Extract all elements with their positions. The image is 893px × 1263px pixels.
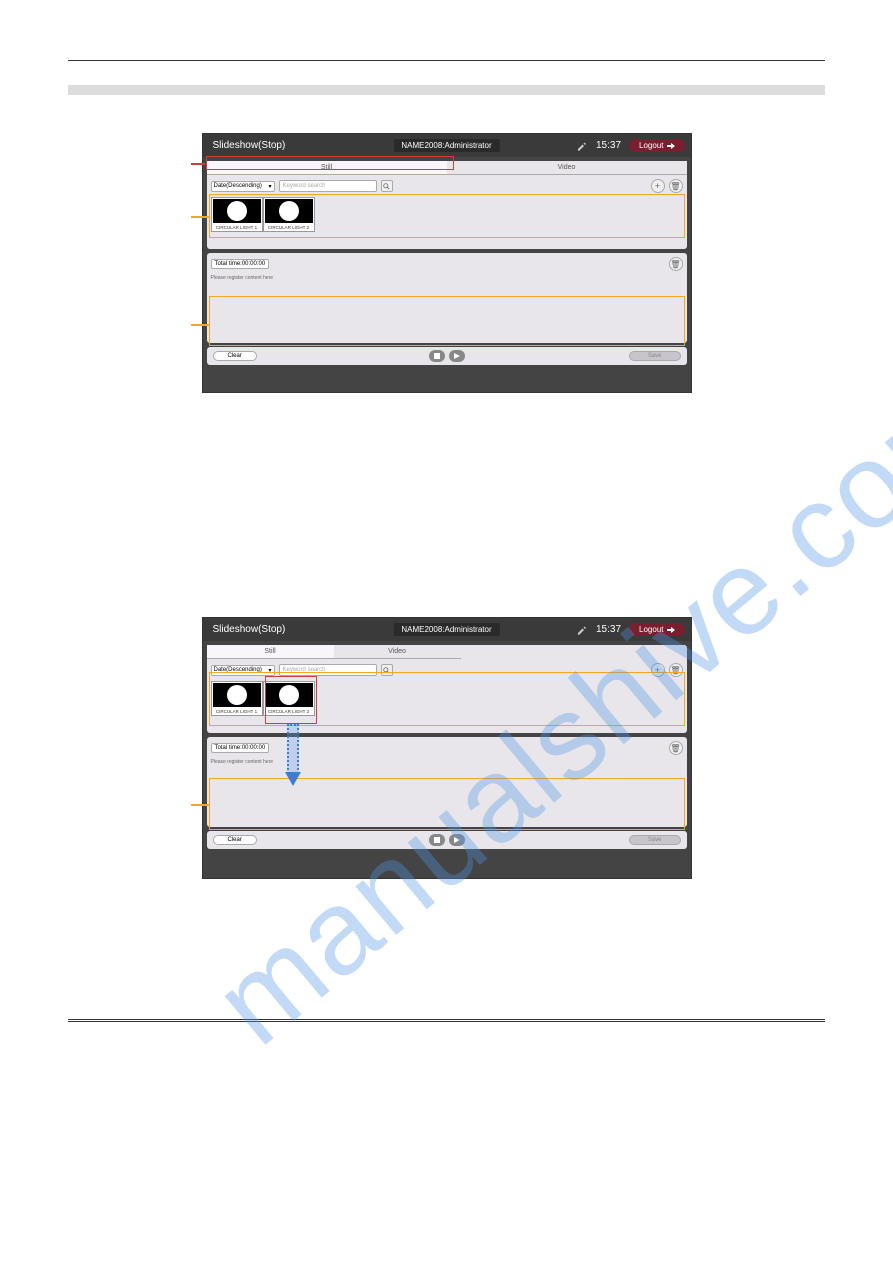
- callout-thumbs-highlight: [209, 194, 685, 238]
- bottom-toolbar: Clear Save: [207, 831, 687, 849]
- app-title: Slideshow(Stop): [213, 140, 286, 151]
- drag-arrow: [287, 724, 299, 774]
- drag-arrow-head-icon: [285, 772, 301, 786]
- screenshot-1: Slideshow(Stop) NAME2008:Administrator 1…: [202, 133, 692, 393]
- tabs: Still Video: [207, 645, 461, 659]
- search-input[interactable]: Keyword search: [279, 180, 377, 192]
- clear-button[interactable]: Clear: [213, 351, 257, 361]
- save-button[interactable]: Save: [629, 351, 681, 361]
- clear-button[interactable]: Clear: [213, 835, 257, 845]
- play-button[interactable]: [449, 834, 465, 846]
- search-icon: [383, 183, 390, 190]
- bottom-toolbar: Clear Save: [207, 347, 687, 365]
- callout-line: [191, 804, 209, 806]
- chevron-down-icon: ▾: [268, 183, 271, 190]
- delete-playlist-button[interactable]: 🗑: [669, 741, 683, 755]
- callout-line: [191, 216, 209, 218]
- footer-divider: [68, 1019, 825, 1022]
- register-hint: Please register content here: [211, 275, 683, 281]
- total-time: Total time:00:00:00: [211, 743, 270, 753]
- user-label: NAME2008:Administrator: [393, 623, 499, 636]
- trash-icon: 🗑: [670, 182, 680, 191]
- save-button[interactable]: Save: [629, 835, 681, 845]
- total-time: Total time:00:00:00: [211, 259, 270, 269]
- toolbar: Date(Descending)▾ Keyword search + 🗑: [211, 179, 683, 193]
- app-header: Slideshow(Stop) NAME2008:Administrator 1…: [203, 618, 691, 641]
- user-label: NAME2008:Administrator: [393, 139, 499, 152]
- stop-button[interactable]: [429, 350, 445, 362]
- play-icon: [454, 837, 460, 843]
- play-icon: [454, 353, 460, 359]
- app-title: Slideshow(Stop): [213, 624, 286, 635]
- add-button[interactable]: +: [651, 179, 665, 193]
- tab-still[interactable]: Still: [207, 645, 334, 658]
- stop-button[interactable]: [429, 834, 445, 846]
- clock: 15:37: [596, 624, 621, 635]
- settings-icon[interactable]: [576, 140, 588, 152]
- search-button[interactable]: [381, 180, 393, 192]
- trash-icon: 🗑: [670, 744, 680, 753]
- register-hint: Please register content here: [211, 759, 683, 765]
- tab-video[interactable]: Video: [334, 645, 461, 658]
- stop-icon: [434, 837, 440, 843]
- sort-dropdown[interactable]: Date(Descending)▾: [211, 181, 275, 192]
- logout-button[interactable]: Logout: [629, 623, 684, 636]
- tab-video[interactable]: Video: [447, 161, 687, 174]
- delete-button[interactable]: 🗑: [669, 179, 683, 193]
- header-divider: [68, 60, 825, 61]
- settings-icon[interactable]: [576, 624, 588, 636]
- callout-line: [191, 324, 209, 326]
- logout-button[interactable]: Logout: [629, 139, 684, 152]
- trash-icon: 🗑: [670, 260, 680, 269]
- clock: 15:37: [596, 140, 621, 151]
- app-header: Slideshow(Stop) NAME2008:Administrator 1…: [203, 134, 691, 157]
- callout-line: [191, 163, 205, 165]
- callout-playlist-highlight: [209, 778, 685, 830]
- callout-playlist-highlight: [209, 296, 685, 346]
- callout-selected-thumb-highlight: [265, 676, 317, 724]
- play-button[interactable]: [449, 350, 465, 362]
- screenshot-2: Slideshow(Stop) NAME2008:Administrator 1…: [202, 617, 692, 879]
- section-bar: [68, 85, 825, 95]
- delete-playlist-button[interactable]: 🗑: [669, 257, 683, 271]
- callout-tabs-highlight: [206, 156, 454, 170]
- stop-icon: [434, 353, 440, 359]
